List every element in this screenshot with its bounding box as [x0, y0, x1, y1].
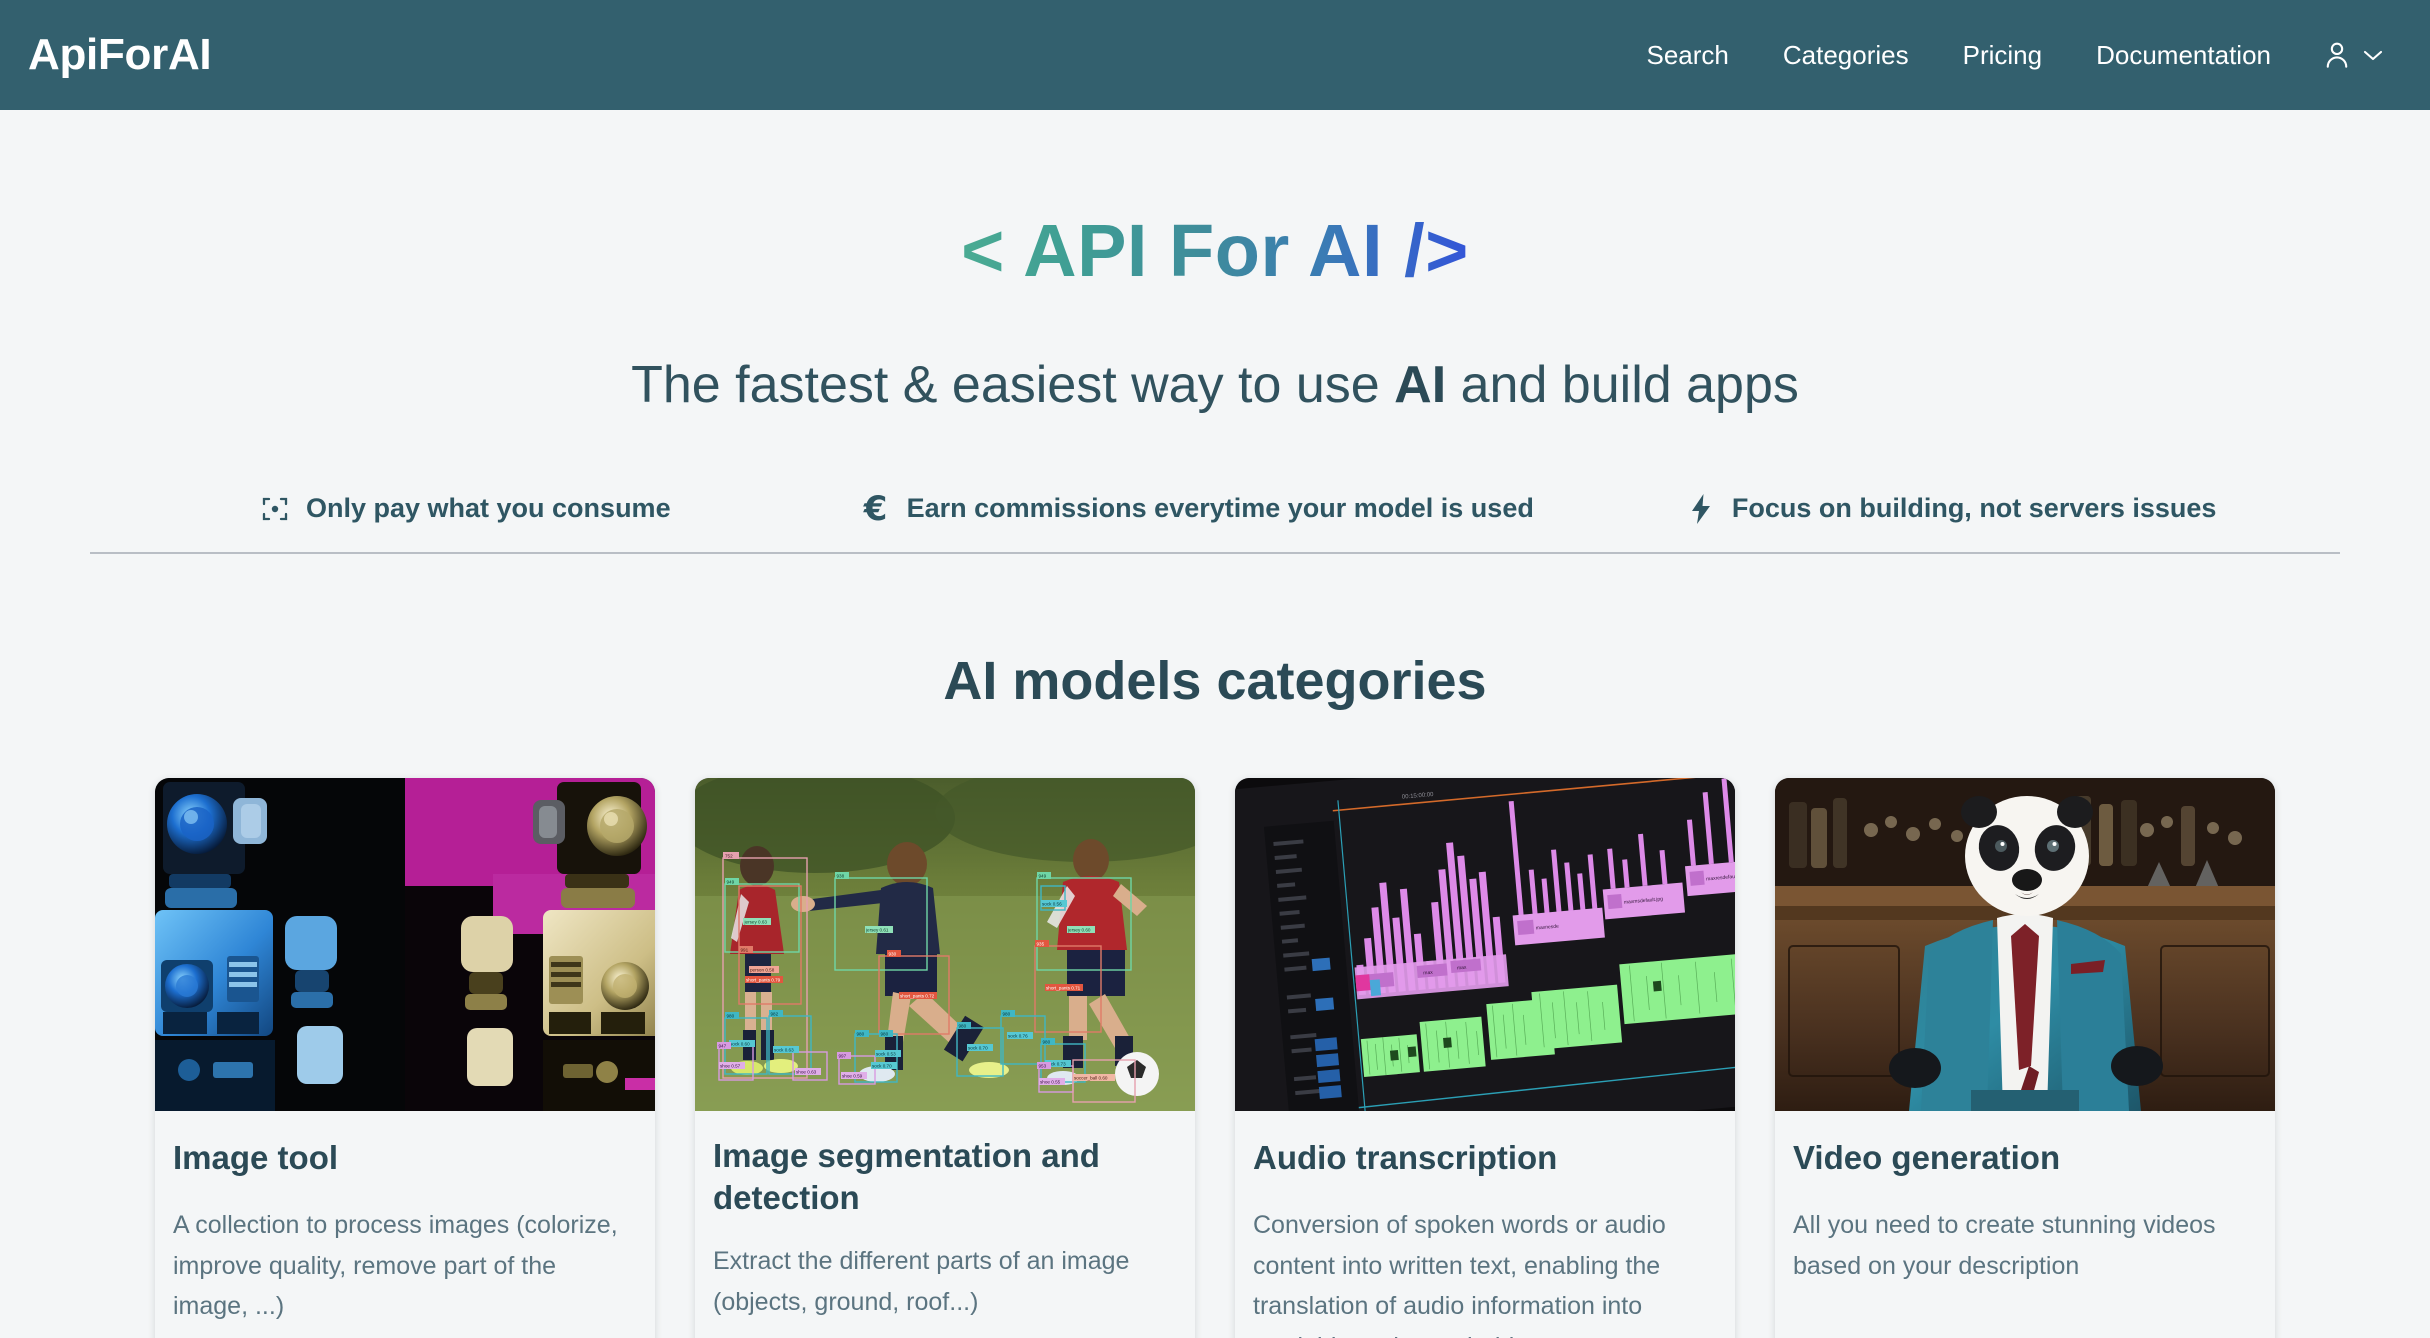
soccer-players-object-detection-image: 752 949 jersey 0.63 991 person 0.58 shor…: [695, 778, 1195, 1111]
svg-text:953: 953: [1039, 1064, 1047, 1069]
site-header: ApiForAI Search Categories Pricing Docum…: [0, 0, 2430, 110]
svg-text:980: 980: [1043, 1040, 1051, 1045]
hero-subtitle-prefix: The fastest & easiest way to use: [631, 356, 1395, 414]
svg-text:949: 949: [1039, 874, 1047, 879]
lightning-bolt-icon: [1686, 493, 1716, 524]
svg-text:jersey 0.60: jersey 0.60: [1067, 928, 1091, 933]
nav-item-categories[interactable]: Categories: [1756, 30, 1936, 81]
svg-text:935: 935: [1037, 942, 1045, 947]
hero-subtitle: The fastest & easiest way to use AI and …: [0, 355, 2430, 415]
user-icon: [2322, 39, 2352, 71]
main-navigation: Search Categories Pricing Documentation: [1620, 30, 2393, 81]
card-description: Extract the different parts of an image …: [713, 1247, 1130, 1316]
feature-highlights: Only pay what you consume € Earn commiss…: [90, 488, 2340, 554]
card-description: Conversion of spoken words or audio cont…: [1253, 1211, 1666, 1338]
card-body: Video generation All you need to create …: [1775, 1111, 2275, 1320]
category-card-image-segmentation[interactable]: 752 949 jersey 0.63 991 person 0.58 shor…: [695, 778, 1195, 1338]
euro-icon: €: [861, 488, 891, 529]
hero-section: < API For AI /> The fastest & easiest wa…: [0, 110, 2430, 415]
svg-text:sock 0.63: sock 0.63: [774, 1048, 794, 1053]
svg-text:997: 997: [839, 1054, 847, 1059]
feature-label: Focus on building, not servers issues: [1731, 493, 2217, 523]
card-title: Image segmentation and detection: [713, 1137, 1100, 1217]
svg-text:930: 930: [889, 952, 897, 957]
feature-label: Only pay what you consume: [306, 493, 671, 523]
svg-text:sock 0.56: sock 0.56: [1042, 902, 1062, 907]
svg-text:soccer_ball 0.60: soccer_ball 0.60: [1074, 1076, 1108, 1081]
site-logo[interactable]: ApiForAI: [28, 30, 212, 80]
category-card-audio-transcription[interactable]: 00:15:00:00 max max maxnesde maxmsdefaul…: [1235, 778, 1735, 1338]
svg-text:980: 980: [727, 1014, 735, 1019]
svg-text:sock 0.70: sock 0.70: [968, 1046, 988, 1051]
hero-subtitle-bold: AI: [1394, 356, 1447, 414]
card-title: Video generation: [1793, 1139, 2061, 1176]
feature-earn-commissions: € Earn commissions everytime your model …: [861, 488, 1534, 529]
card-body: Audio transcription Conversion of spoken…: [1235, 1111, 1735, 1338]
svg-text:sock 0.70: sock 0.70: [872, 1064, 892, 1069]
svg-text:991: 991: [741, 948, 749, 953]
svg-text:sock 0.76: sock 0.76: [1008, 1034, 1028, 1039]
svg-text:752: 752: [725, 854, 733, 859]
audio-editing-timeline-image: 00:15:00:00 max max maxnesde maxmsdefaul…: [1235, 778, 1735, 1111]
card-body: Image segmentation and detection Extract…: [695, 1111, 1195, 1338]
svg-text:sock 0.53: sock 0.53: [876, 1052, 896, 1057]
svg-text:short_pants 0.72: short_pants 0.72: [900, 994, 935, 999]
account-menu-button[interactable]: [2298, 31, 2392, 79]
svg-text:shoe 0.59: shoe 0.59: [842, 1074, 863, 1079]
card-title: Audio transcription: [1253, 1139, 1558, 1176]
svg-text:max: max: [1457, 965, 1467, 972]
euro-glyph: €: [863, 488, 888, 529]
retro-camera-robots-image: [155, 778, 655, 1111]
category-card-grid: Image tool A collection to process image…: [0, 778, 2430, 1338]
svg-text:949: 949: [727, 880, 735, 885]
svg-text:shoe 0.57: shoe 0.57: [720, 1064, 741, 1069]
card-title: Image tool: [173, 1139, 339, 1176]
svg-text:shoe 0.55: shoe 0.55: [1040, 1080, 1061, 1085]
svg-text:person 0.58: person 0.58: [750, 968, 775, 973]
category-card-video-generation[interactable]: Video generation All you need to create …: [1775, 778, 2275, 1338]
card-description: A collection to process images (colorize…: [173, 1211, 618, 1321]
nav-item-documentation[interactable]: Documentation: [2069, 30, 2298, 81]
card-body: Image tool A collection to process image…: [155, 1111, 655, 1338]
svg-text:short_pants 0.71: short_pants 0.71: [1046, 986, 1081, 991]
section-title: AI models categories: [943, 651, 1487, 711]
svg-text:sock 0.60: sock 0.60: [730, 1042, 750, 1047]
panda-in-suit-at-bar-image: [1775, 778, 2275, 1111]
svg-text:max: max: [1423, 970, 1433, 977]
card-description: All you need to create stunning videos b…: [1793, 1211, 2216, 1280]
svg-text:980: 980: [857, 1032, 865, 1037]
svg-text:980: 980: [1003, 1012, 1011, 1017]
feature-label: Earn commissions everytime your model is…: [906, 493, 1534, 523]
focus-target-icon: [260, 494, 290, 524]
svg-text:980: 980: [881, 1032, 889, 1037]
hero-title: < API For AI />: [961, 209, 1469, 292]
svg-text:shoe 0.63: shoe 0.63: [796, 1070, 817, 1075]
feature-focus-on-building: Focus on building, not servers issues: [1686, 493, 2217, 524]
nav-item-pricing[interactable]: Pricing: [1936, 30, 2069, 81]
category-card-image-tool[interactable]: Image tool A collection to process image…: [155, 778, 655, 1338]
svg-text:938: 938: [837, 874, 845, 879]
svg-text:short_pants 0.79: short_pants 0.79: [746, 978, 781, 983]
svg-text:982: 982: [771, 1012, 779, 1017]
hero-subtitle-suffix: and build apps: [1446, 356, 1799, 414]
svg-text:jersey 0.63: jersey 0.63: [744, 920, 768, 925]
svg-text:980: 980: [959, 1024, 967, 1029]
chevron-down-icon: [2362, 48, 2384, 62]
feature-pay-per-use: Only pay what you consume: [260, 493, 671, 524]
nav-item-search[interactable]: Search: [1620, 30, 1756, 81]
svg-text:jersey 0.61: jersey 0.61: [865, 928, 889, 933]
svg-text:947: 947: [719, 1044, 727, 1049]
